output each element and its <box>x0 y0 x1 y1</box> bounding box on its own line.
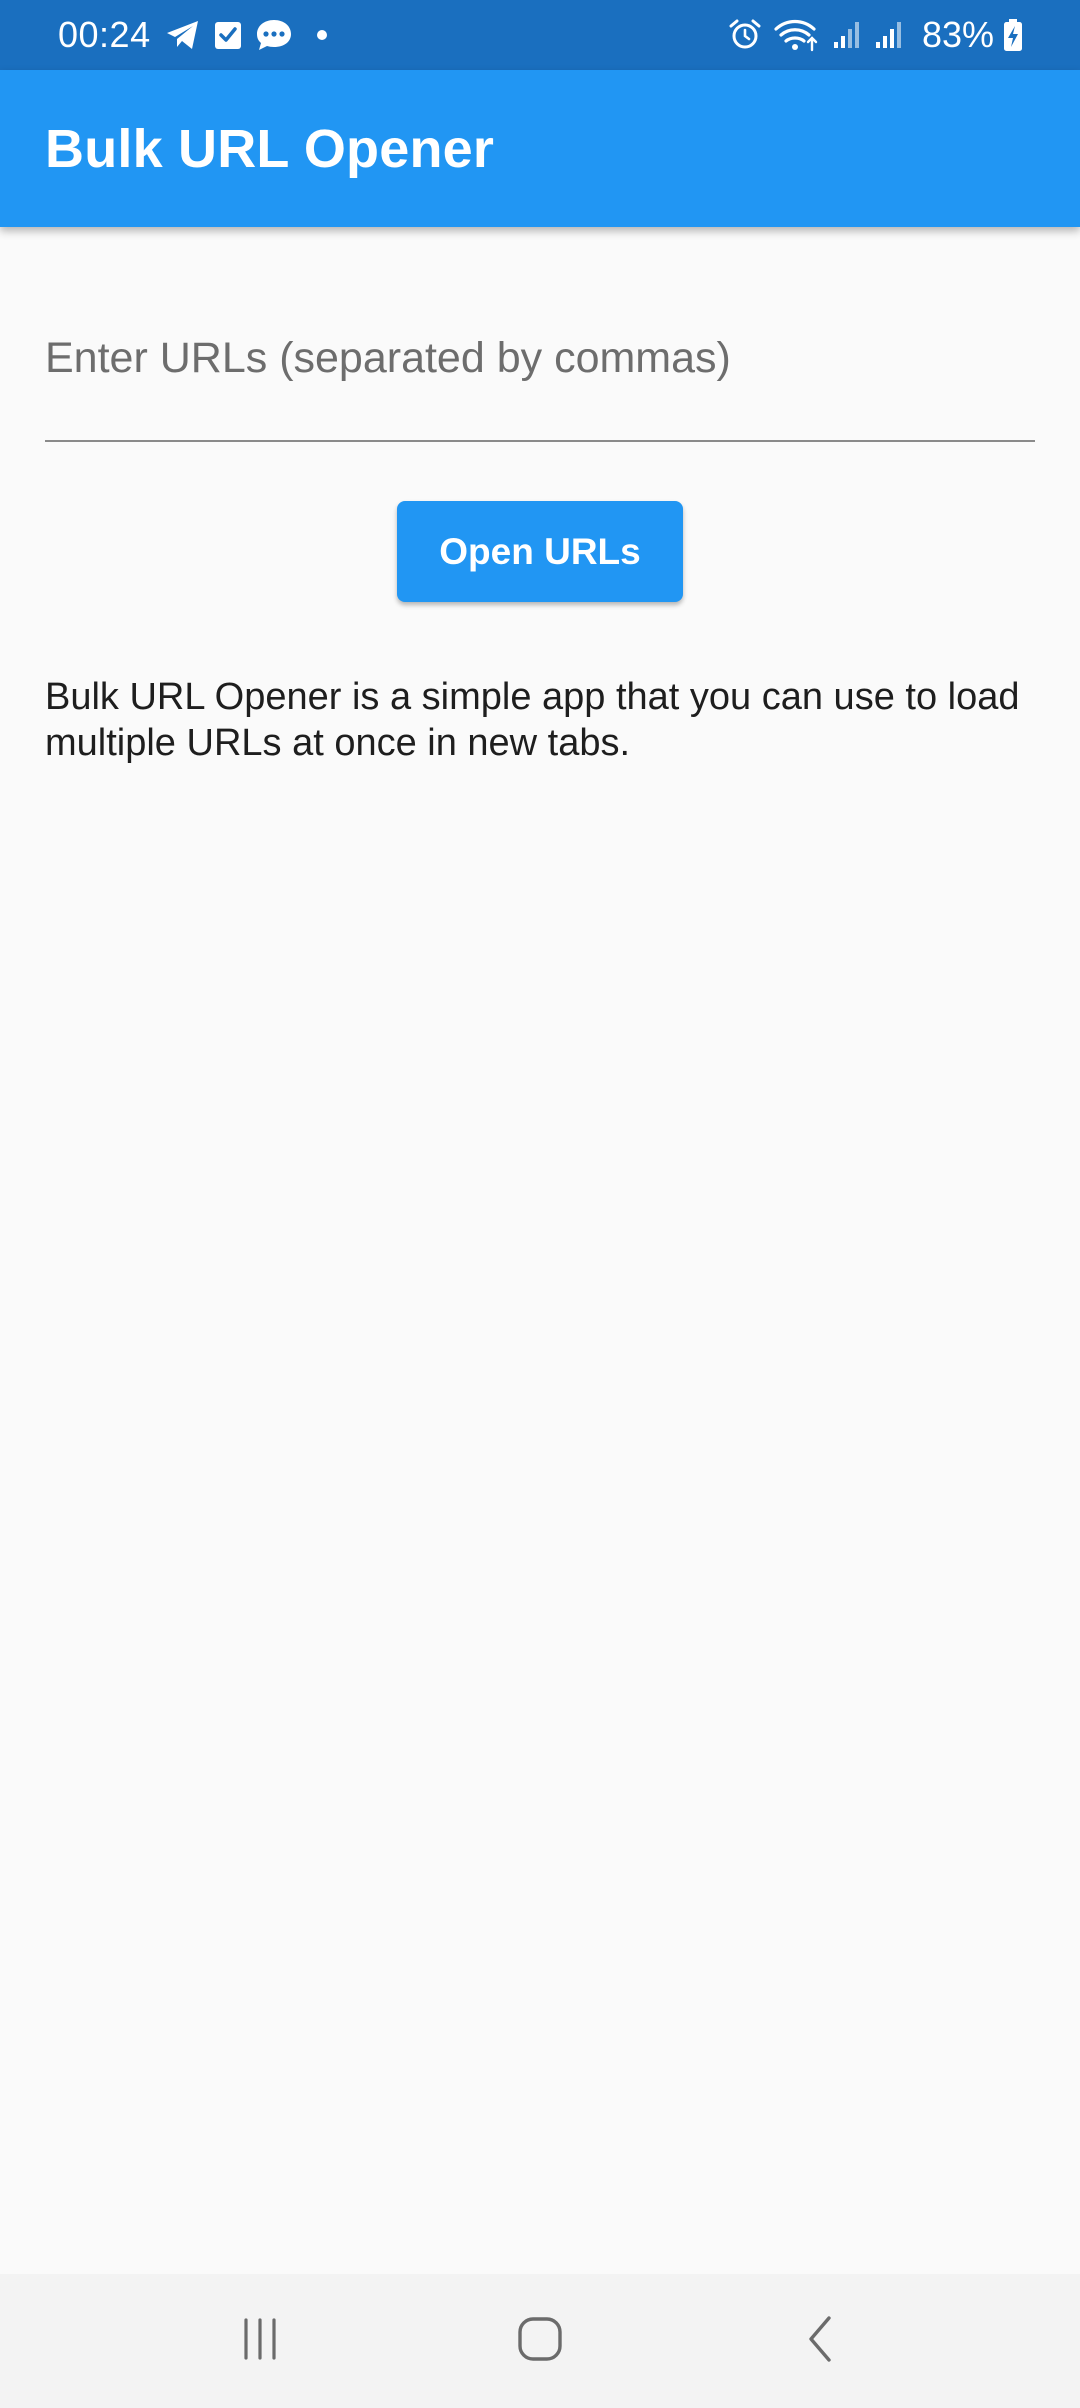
alarm-icon <box>728 18 762 52</box>
url-input[interactable] <box>45 317 1035 437</box>
back-icon <box>803 2314 837 2369</box>
status-bar: 00:24 83% <box>0 0 1080 70</box>
recent-apps-icon <box>238 2317 282 2366</box>
signal-icon <box>874 20 904 50</box>
back-button[interactable] <box>760 2291 880 2391</box>
app-title: Bulk URL Opener <box>45 118 495 179</box>
chat-bubble-icon <box>255 18 293 52</box>
open-urls-button[interactable]: Open URLs <box>397 501 683 602</box>
telegram-icon <box>165 19 201 51</box>
system-nav-bar <box>0 2274 1080 2408</box>
battery-percent: 83% <box>921 14 994 55</box>
wifi-icon <box>774 18 820 52</box>
status-time: 00:24 <box>58 14 151 55</box>
url-field[interactable] <box>45 317 1035 442</box>
battery-charging-icon <box>1002 18 1024 52</box>
app-screen: 00:24 83% Bulk URL Opener Enter URLs (se… <box>0 0 1080 2408</box>
app-description: Bulk URL Opener is a simple app that you… <box>45 676 1020 764</box>
status-bar-right: 83% <box>728 0 1024 70</box>
notification-dot-icon <box>315 28 329 42</box>
home-button[interactable] <box>480 2291 600 2391</box>
app-bar: Bulk URL Opener <box>0 70 1080 227</box>
status-bar-left: 00:24 <box>58 0 728 70</box>
signal-icon <box>832 20 862 50</box>
home-icon <box>516 2315 564 2368</box>
recent-apps-button[interactable] <box>200 2291 320 2391</box>
task-check-icon <box>213 19 243 51</box>
